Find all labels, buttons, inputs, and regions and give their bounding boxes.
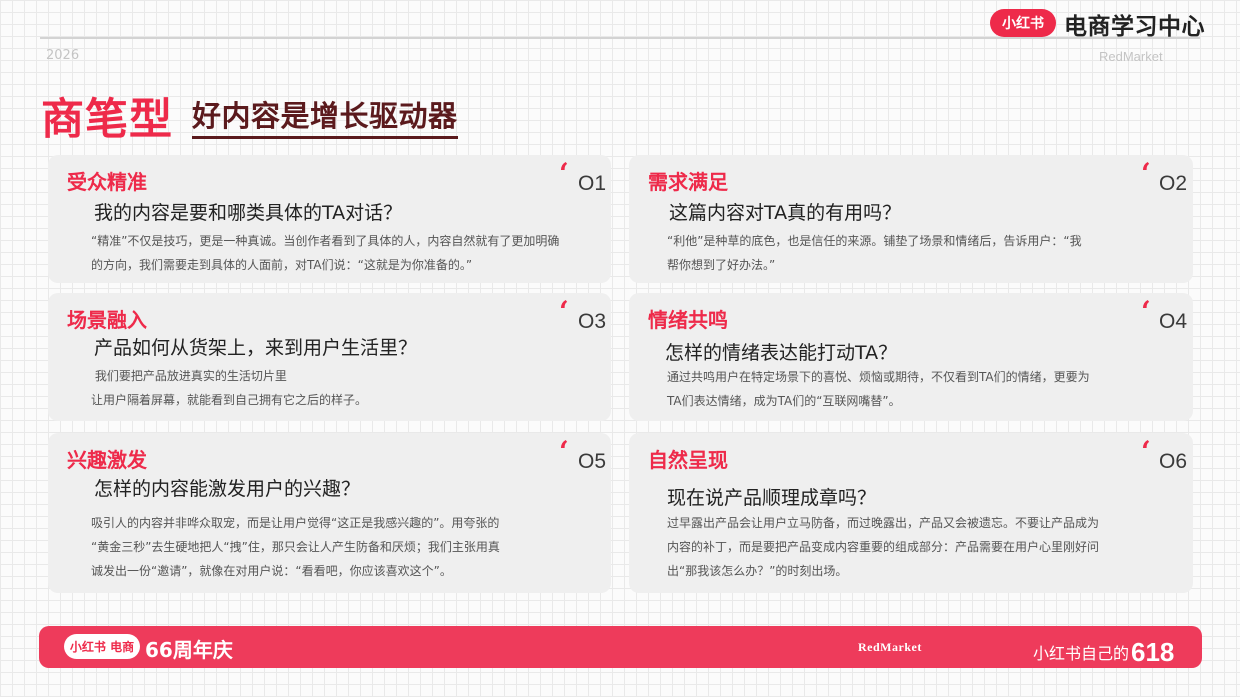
card-body: 吸引人的内容并非哗众取宠，而是让用户觉得“这正是我感兴趣的”。用夸张的 “黄金三… [91, 511, 500, 583]
card-body-line: 帮你想到了好办法。” [667, 258, 776, 272]
brand-logo: 小红书 [990, 9, 1056, 37]
card-question: 产品如何从货架上，来到用户生活里？ [94, 337, 418, 359]
card-body-line: 吸引人的内容并非哗众取宠，而是让用户觉得“这正是我感兴趣的”。用夸张的 [91, 516, 500, 530]
footer-slogan-number: 618 [1131, 637, 1175, 667]
card-number: O1 [578, 172, 607, 195]
card-title: 自然呈现 [648, 448, 728, 472]
card-body-line: “黄金三秒”去生硬地把人“拽”住，那只会让人产生防备和厌烦；我们主张用真 [91, 540, 500, 554]
card-4: 情绪共鸣 ‘ O4 怎样的情绪表达能打动TA？ 通过共鸣用户在特定场景下的喜悦、… [629, 293, 1193, 421]
card-question: 现在说产品顺理成章吗？ [667, 487, 877, 509]
card-title: 情绪共鸣 [648, 308, 728, 332]
footer-logo: 小红书 电商 [64, 634, 140, 659]
header-watermark: RedMarket [1099, 49, 1163, 64]
page-title: 商笔型 [41, 95, 173, 145]
quote-icon: ‘ [1141, 295, 1151, 328]
footer-banner: 小红书 电商 66周年庆 RedMarket 小红书自己的618 [39, 626, 1202, 668]
card-body: 过早露出产品会让用户立马防备，而过晚露出，产品又会被遗忘。不要让产品成为 内容的… [667, 511, 1099, 583]
card-question: 怎样的情绪表达能打动TA？ [665, 342, 898, 364]
card-question: 我的内容是要和哪类具体的TA对话？ [94, 202, 403, 224]
card-title: 需求满足 [648, 170, 728, 194]
card-body: “利他”是种草的底色，也是信任的来源。铺垫了场景和情绪后，告诉用户：“我 帮你想… [667, 229, 1082, 277]
card-body-line: “利他”是种草的底色，也是信任的来源。铺垫了场景和情绪后，告诉用户：“我 [667, 234, 1082, 248]
card-2: 需求满足 ‘ O2 这篇内容对TA真的有用吗？ “利他”是种草的底色，也是信任的… [629, 155, 1193, 283]
card-number: O4 [1159, 310, 1188, 333]
card-body: “精准”不仅是技巧，更是一种真诚。当创作者看到了具体的人，内容自然就有了更加明确… [91, 229, 559, 277]
footer-watermark: RedMarket [858, 640, 922, 654]
card-body-line: 让用户隔着屏幕，就能看到自己拥有它之后的样子。 [91, 393, 368, 407]
quote-icon: ‘ [559, 157, 569, 190]
card-1: 受众精准 ‘ O1 我的内容是要和哪类具体的TA对话？ “精准”不仅是技巧，更是… [48, 155, 611, 283]
header-divider [40, 37, 1200, 39]
card-body-line: 内容的补丁，而是要把产品变成内容重要的组成部分：产品需要在用户心里刚好问 [667, 540, 1100, 554]
card-body-line: 我们要把产品放进真实的生活切片里 [91, 369, 287, 383]
footer-slogan-text: 小红书自己的 [1033, 644, 1130, 663]
year-label: 2026 [46, 48, 80, 63]
card-6: 自然呈现 ‘ O6 现在说产品顺理成章吗？ 过早露出产品会让用户立马防备，而过晚… [629, 433, 1193, 593]
card-body-line: 的方向，我们需要走到具体的人面前，对TA们说：“这就是为你准备的。” [91, 258, 473, 272]
anniversary-label: 66周年庆 [145, 638, 233, 662]
brand-title: 电商学习中心 [1064, 14, 1205, 40]
card-body-line: 过早露出产品会让用户立马防备，而过晚露出，产品又会被遗忘。不要让产品成为 [667, 516, 1100, 530]
card-number: O2 [1159, 172, 1188, 195]
quote-icon: ‘ [559, 435, 569, 468]
card-body-line: “精准”不仅是技巧，更是一种真诚。当创作者看到了具体的人，内容自然就有了更加明确 [91, 234, 560, 248]
card-body-line: 诚发出一份“邀请”，就像在对用户说：“看看吧，你应该喜欢这个”。 [91, 564, 452, 578]
card-body-line: 出“那我该怎么办？”的时刻出场。 [667, 564, 848, 578]
quote-icon: ‘ [1141, 157, 1151, 190]
card-body-line: 通过共鸣用户在特定场景下的喜悦、烦恼或期待，不仅看到TA们的情绪，更要为 [667, 370, 1090, 384]
card-question: 怎样的内容能激发用户的兴趣？ [94, 478, 361, 500]
card-number: O3 [578, 310, 607, 333]
card-title: 兴趣激发 [67, 448, 147, 472]
card-5: 兴趣激发 ‘ O5 怎样的内容能激发用户的兴趣？ 吸引人的内容并非哗众取宠，而是… [48, 433, 611, 593]
footer-slogan: 小红书自己的618 [1033, 635, 1175, 667]
card-body: 通过共鸣用户在特定场景下的喜悦、烦恼或期待，不仅看到TA们的情绪，更要为 TA们… [667, 365, 1090, 413]
quote-icon: ‘ [1141, 435, 1151, 468]
quote-icon: ‘ [559, 295, 569, 328]
card-number: O6 [1159, 450, 1188, 473]
card-title: 受众精准 [67, 170, 147, 194]
card-body: 我们要把产品放进真实的生活切片里 让用户隔着屏幕，就能看到自己拥有它之后的样子。 [91, 364, 367, 412]
card-title: 场景融入 [67, 308, 147, 332]
card-body-line: TA们表达情绪，成为TA们的“互联网嘴替”。 [667, 394, 901, 408]
page-subtitle: 好内容是增长驱动器 [192, 93, 458, 139]
card-question: 这篇内容对TA真的有用吗？ [669, 202, 902, 224]
card-number: O5 [578, 450, 607, 473]
card-3: 场景融入 ‘ O3 产品如何从货架上，来到用户生活里？ 我们要把产品放进真实的生… [48, 293, 611, 421]
